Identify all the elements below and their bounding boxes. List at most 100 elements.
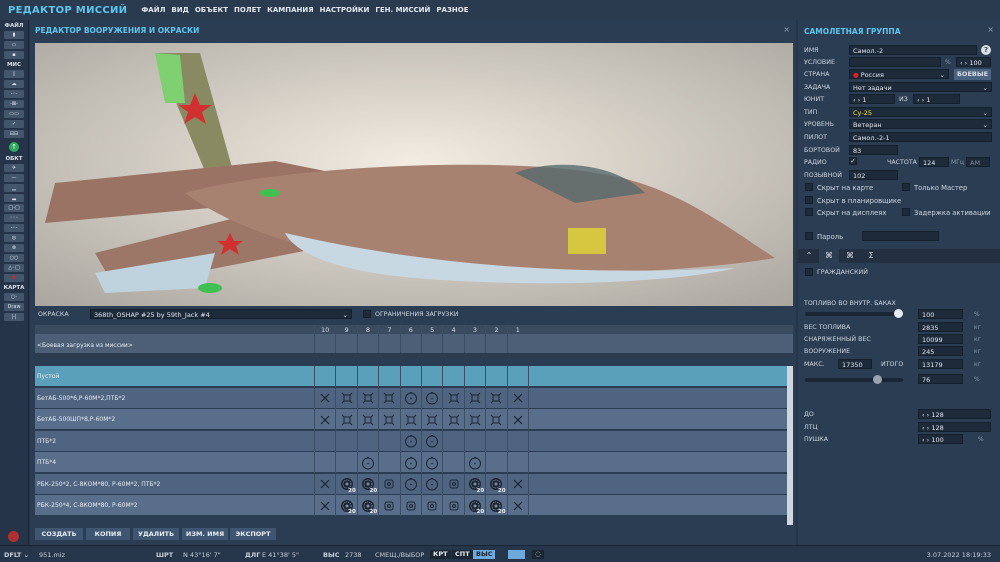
pylon-cell[interactable] bbox=[399, 366, 421, 387]
goals-icon[interactable]: ✓ bbox=[4, 120, 24, 128]
callsign-input[interactable]: 102 bbox=[849, 170, 898, 180]
rename-button[interactable]: ИЗМ. ИМЯ bbox=[182, 528, 228, 540]
triggers-icon[interactable]: ▭▭ bbox=[4, 110, 24, 118]
loadout-row[interactable]: БетАБ-500*6,Р-60М*2,ПТБ*2 bbox=[35, 387, 787, 409]
menu-file[interactable]: ФАЙЛ bbox=[141, 6, 165, 14]
unit-total-stepper[interactable]: ‹ › 1 bbox=[913, 94, 960, 104]
pylon-cell[interactable] bbox=[506, 473, 528, 495]
pylon-cell[interactable] bbox=[463, 387, 485, 409]
pylon-cell[interactable] bbox=[314, 452, 335, 473]
loadout-row[interactable]: ПТБ*4 bbox=[35, 452, 787, 473]
total-weight-slider[interactable] bbox=[805, 375, 903, 384]
pylon-cell[interactable] bbox=[442, 387, 463, 409]
satellite-mode-button[interactable]: СПТ bbox=[452, 550, 473, 559]
train-icon[interactable]: ◦◦◦ bbox=[4, 214, 24, 222]
hidden-planner-checkbox[interactable] bbox=[805, 196, 813, 204]
menu-mission-gen[interactable]: ГЕН. МИССИЙ bbox=[375, 6, 430, 14]
pylon-cell[interactable] bbox=[421, 366, 442, 387]
pylon-cell[interactable] bbox=[314, 409, 335, 430]
fuel-slider[interactable] bbox=[805, 309, 903, 318]
tab-route-icon[interactable]: ⌃ bbox=[800, 249, 818, 263]
draw-button[interactable]: Draw bbox=[4, 303, 24, 311]
pylon-cell[interactable] bbox=[506, 495, 528, 516]
clock-icon[interactable]: ◌ bbox=[532, 550, 544, 559]
weather-icon[interactable]: ☁ bbox=[4, 80, 24, 88]
delete-icon[interactable]: ✖ bbox=[4, 274, 24, 282]
mission-loadout-row[interactable]: 10 9 8 7 6 5 4 3 2 1 <Боевая загрузка из миссии> bbox=[35, 325, 793, 358]
modulation-select[interactable]: AM bbox=[966, 157, 990, 167]
pylon-cell[interactable] bbox=[442, 366, 463, 387]
trigger-zone-icon[interactable]: -⊠- bbox=[4, 100, 24, 108]
loadout-row[interactable]: ПТБ*2 bbox=[35, 430, 787, 452]
route-icon[interactable]: -◦- bbox=[4, 90, 24, 98]
pylon-cell[interactable] bbox=[314, 495, 335, 516]
pylon-cell[interactable] bbox=[506, 387, 528, 409]
menu-misc[interactable]: РАЗНОЕ bbox=[436, 6, 468, 14]
menu-settings[interactable]: НАСТРОЙКИ bbox=[320, 6, 370, 14]
add-group-icon[interactable]: ↑ bbox=[9, 142, 19, 152]
tab-properties-icon[interactable]: ⌘ bbox=[840, 249, 860, 263]
ruler-icon[interactable]: ○- bbox=[4, 293, 24, 301]
pylon-cell[interactable] bbox=[378, 387, 399, 409]
chaff-stepper[interactable]: ‹ › 128 bbox=[918, 409, 991, 419]
password-checkbox[interactable] bbox=[805, 232, 813, 240]
scrollbar[interactable] bbox=[787, 366, 793, 525]
condition-input[interactable] bbox=[849, 57, 941, 67]
template-icon[interactable]: ○○ bbox=[4, 254, 24, 262]
map-mode-button[interactable]: КРТ bbox=[430, 550, 451, 559]
pylon-cell[interactable] bbox=[442, 452, 463, 473]
pylon-cell[interactable] bbox=[356, 452, 378, 473]
pylon-cell[interactable] bbox=[421, 495, 442, 516]
gun-stepper[interactable]: ‹ › 100 bbox=[918, 434, 963, 444]
pylon-cell[interactable] bbox=[421, 430, 442, 452]
pylon-cell[interactable] bbox=[356, 430, 378, 452]
task-select[interactable]: Нет задачи ⌄ bbox=[849, 82, 992, 92]
country-select[interactable]: ● Россия ⌄ bbox=[849, 69, 949, 79]
civil-checkbox[interactable] bbox=[805, 268, 813, 276]
master-only-checkbox[interactable] bbox=[902, 183, 910, 191]
hidden-display-checkbox[interactable] bbox=[805, 208, 813, 216]
pylon-cell[interactable] bbox=[399, 430, 421, 452]
pylon-cell[interactable]: 20 bbox=[335, 473, 356, 495]
tab-summary-icon[interactable]: Σ bbox=[861, 249, 881, 263]
pylon-cell[interactable] bbox=[378, 452, 399, 473]
target-icon[interactable]: ◎ bbox=[4, 234, 24, 242]
pylon-cell[interactable] bbox=[399, 452, 421, 473]
pylon-cell[interactable] bbox=[485, 452, 506, 473]
export-button[interactable]: ЭКСПОРТ bbox=[230, 528, 276, 540]
frequency-input[interactable]: 124 bbox=[919, 157, 949, 167]
exit-icon[interactable] bbox=[8, 531, 19, 542]
loadout-row[interactable]: Пустой bbox=[35, 366, 787, 387]
pylon-cell[interactable] bbox=[378, 473, 399, 495]
pylon-cell[interactable] bbox=[421, 473, 442, 495]
loadout-row[interactable]: РБК-250*4, С-8КОМ*80, Р-60М*2 20 20 20 20 bbox=[35, 495, 787, 516]
pylon-cell[interactable] bbox=[399, 387, 421, 409]
slider-handle[interactable] bbox=[872, 375, 882, 384]
type-select[interactable]: Су-25 ⌄ bbox=[849, 107, 992, 117]
livery-select[interactable]: 368th_OSHAP #25 by 59th_Jack #4 ⌄ bbox=[90, 309, 352, 319]
create-button[interactable]: СОЗДАТЬ bbox=[35, 528, 83, 540]
pylon-cell[interactable] bbox=[356, 387, 378, 409]
close-icon[interactable]: × bbox=[987, 25, 994, 34]
pylon-cell[interactable] bbox=[314, 366, 335, 387]
pylon-cell[interactable] bbox=[506, 430, 528, 452]
menu-flight[interactable]: ПОЛЕТ bbox=[234, 6, 261, 14]
delete-button[interactable]: УДАЛИТЬ bbox=[133, 528, 179, 540]
ship-icon[interactable]: ▁ bbox=[4, 184, 24, 192]
briefing-icon[interactable]: ▯ bbox=[4, 70, 24, 78]
password-input[interactable] bbox=[862, 231, 939, 241]
pylon-cell[interactable] bbox=[378, 409, 399, 430]
probability-stepper[interactable]: ‹ › 100 bbox=[956, 57, 991, 67]
vehicle-icon[interactable]: ▂ bbox=[4, 194, 24, 202]
pylon-cell[interactable]: 20 bbox=[463, 495, 485, 516]
ruler-toggle-icon[interactable] bbox=[508, 550, 525, 559]
pylon-cell[interactable] bbox=[463, 452, 485, 473]
static-icon[interactable]: □-□ bbox=[4, 204, 24, 212]
pylon-cell[interactable] bbox=[421, 452, 442, 473]
name-input[interactable]: Самол.-2 bbox=[849, 45, 977, 55]
pylon-cell[interactable] bbox=[356, 409, 378, 430]
pylon-cell[interactable]: 20 bbox=[463, 473, 485, 495]
pylon-cell[interactable] bbox=[421, 387, 442, 409]
late-activation-checkbox[interactable] bbox=[902, 208, 910, 216]
pilot-input[interactable]: Самол.-2-1 bbox=[849, 132, 992, 142]
